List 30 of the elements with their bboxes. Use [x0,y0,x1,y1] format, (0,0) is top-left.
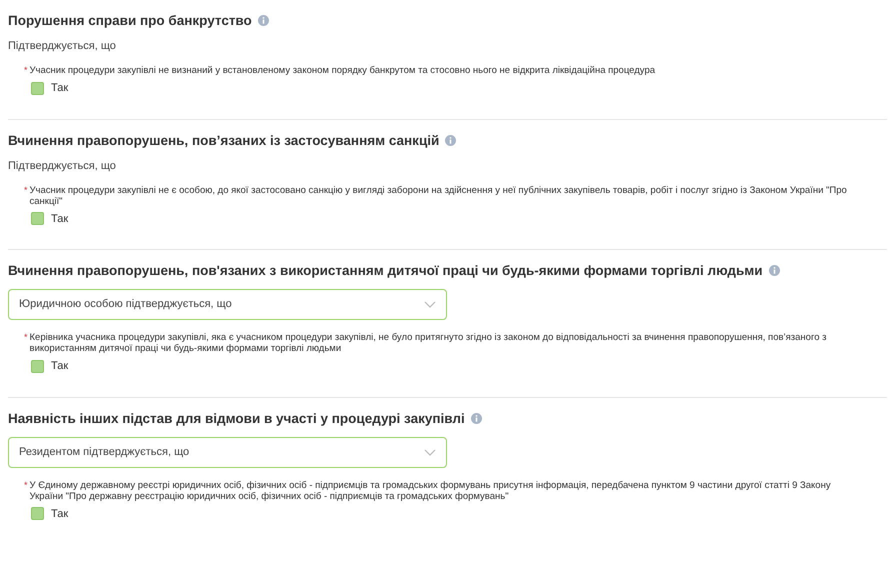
checkbox[interactable] [31,82,44,95]
checkbox-option[interactable]: Так [31,210,68,227]
section-title: Вчинення правопорушень, пов’язаних із застосуванням санкцій [8,132,887,150]
section-title: Вчинення правопорушень, пов'язаних з використанням дитячої праці чи будь-якими формами торгівлі людьми [8,262,887,280]
checkbox[interactable] [31,360,44,373]
dropdown[interactable]: Юридичною особою підтверджується, що [8,289,447,320]
required-mark: * [24,184,28,196]
section-title: Порушення справи про банкрутство [8,12,887,30]
chevron-down-icon [424,448,436,456]
info-icon[interactable] [768,265,780,276]
info-icon[interactable] [258,15,269,26]
section-subtitle: Підтверджується, що [8,158,117,172]
requirement-text: Учасник процедури закупівлі не є особою, до якої застосовано санкцію у вигляді заборони на здійснення у неї публічних закупівель товарів, робіт і послуг згідно із Законом України "Про санкції" [30,184,848,206]
section-subtitle: Підтверджується, що [8,39,117,53]
requirement-text: Керівника учасника процедури закупівлі, яка є учасником процедури закупівлі, не було притягнуто згідно із законом до відповідальності за вчинення правопорушення, пов’язаного з використанням дитячої праці чи будь-якими формами торгівлі людьми [30,332,828,354]
info-icon[interactable] [470,412,482,424]
checkbox-option[interactable]: Так [31,506,68,522]
chevron-down-icon [424,301,436,308]
required-mark: * [24,65,28,76]
info-icon[interactable] [445,134,456,146]
required-mark: * [24,480,28,490]
section-title: Наявність інших підстав для відмови в участі у процедурі закупівлі [8,410,887,428]
requirement-text: У Єдиному державному реєстрі юридичних осіб, фізичних осіб - підприємців та громадських формувань присутня інформація, передбачена пунктом 9 частини другої статті 9 Закону України "Про державну реєстрацію юридичних осіб, фізичних осіб - підприємців та громадських формувань" [30,480,832,502]
checkbox[interactable] [31,212,44,226]
checkbox-option[interactable]: Так [31,358,68,374]
dropdown[interactable]: Резидентом підтверджується, що [8,436,447,468]
requirement-text: Учасник процедури закупівлі не визнаний у встановленому законом порядку банкрутом та стосовно нього не відкрита ліквідаційна процедура [30,65,656,76]
required-mark: * [24,332,28,343]
checkbox[interactable] [31,507,44,520]
checkbox-option[interactable]: Так [31,80,68,96]
